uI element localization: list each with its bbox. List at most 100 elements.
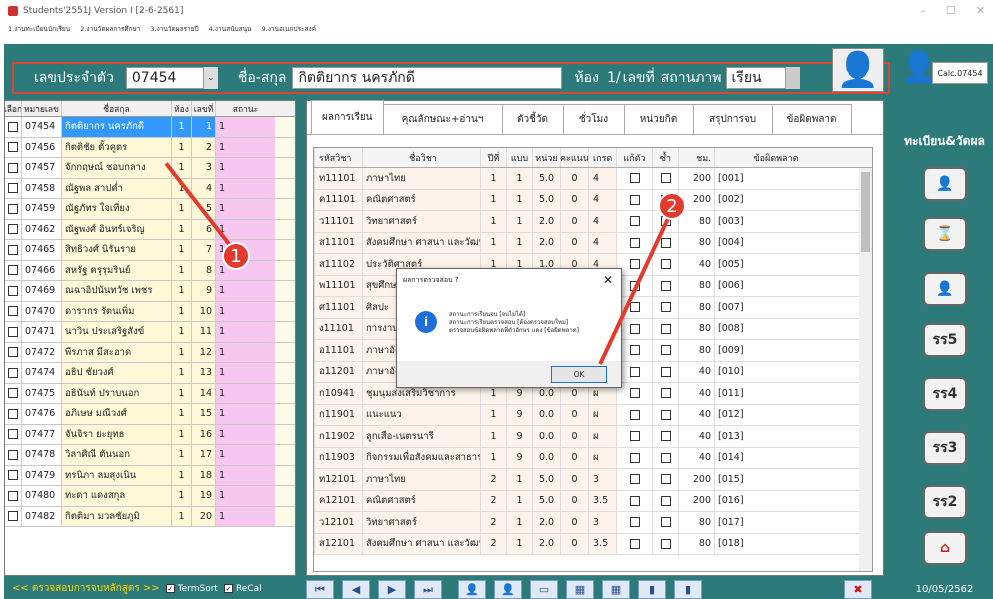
tab-attributes[interactable]: คุณลักษณะ+อ่านฯ [382, 104, 503, 134]
student-row[interactable]: 07477 จันจิรา ยะยุทธ 1 16 1 [5, 424, 295, 445]
col-id[interactable]: หมายเลข [21, 101, 61, 116]
termsort-checkbox[interactable]: ✓ TermSort [165, 584, 218, 594]
student-row[interactable]: 07476 อภิเษษ มณีวงศ์ 1 15 1 [5, 404, 295, 425]
student-row[interactable]: 07474 อธิป ชัยวงศ์ 1 13 1 [5, 363, 295, 384]
repeat-checkbox[interactable] [652, 469, 678, 490]
repeat-checkbox[interactable] [652, 447, 678, 468]
teacher-button[interactable]: 👤 [906, 164, 984, 204]
row-select-checkbox[interactable] [5, 137, 21, 157]
retry-checkbox[interactable] [616, 447, 652, 468]
student-row[interactable]: 07454 กิตติยากร นครภักดี 1 1 1 [5, 117, 295, 138]
id-input[interactable]: 07454 [125, 67, 204, 89]
retry-checkbox[interactable] [616, 490, 652, 511]
grade-row[interactable]: ก11902 ลูกเสือ-เนตรนารี 1 9 0.0 0 ผ 40 [… [314, 426, 872, 448]
row-select-checkbox[interactable] [5, 506, 21, 526]
grade-row[interactable]: ก11903 กิจกรรมเพื่อสังคมและสาธารณ 1 9 0.… [314, 447, 872, 469]
tab-indicators[interactable]: ตัวชี้วัด [501, 104, 564, 134]
grade-row[interactable]: ส12101 สังคมศึกษา ศาสนา และวัฒนธ 2 1 2.0… [314, 533, 872, 555]
report2-button[interactable]: รร2 [906, 482, 984, 522]
row-select-checkbox[interactable] [5, 178, 21, 198]
prev-record-icon[interactable]: ◀ [342, 580, 370, 599]
close-icon[interactable]: ✕ [976, 4, 985, 17]
col-status[interactable]: สถานะ [215, 101, 275, 116]
student-row[interactable]: 07479 ทรนิภา ลมสุงเนิน 1 18 1 [5, 465, 295, 486]
grade-row[interactable]: ท11101 ภาษาไทย 1 1 5.0 0 4 200 [001] [314, 168, 872, 190]
tab-errors[interactable]: ข้อผิดพลาด [771, 104, 852, 134]
retry-checkbox[interactable] [616, 232, 652, 253]
repeat-checkbox[interactable] [652, 533, 678, 554]
retry-checkbox[interactable] [616, 469, 652, 490]
row-select-checkbox[interactable] [5, 219, 21, 239]
grade-row[interactable]: ก11901 แนะแนว 1 9 0.0 0 ผ 40 [012] [314, 404, 872, 426]
row-select-checkbox[interactable] [5, 199, 21, 219]
retry-checkbox[interactable] [616, 189, 652, 210]
student-row[interactable]: 07478 วิลาศิณี ตันนอก 1 17 1 [5, 445, 295, 466]
col-name[interactable]: ชื่อสกุล [61, 101, 171, 116]
grade-row[interactable]: ว11101 วิทยาศาสตร์ 1 1 2.0 0 4 80 [003] [314, 211, 872, 233]
repeat-checkbox[interactable] [652, 340, 678, 361]
status-field[interactable]: เรียน [725, 67, 786, 89]
student-row[interactable]: 07465 สิทธิวงศ์ นิรันราย 1 7 1 [5, 240, 295, 261]
tab-hours[interactable]: ชั่วโมง [562, 104, 625, 134]
user-edit-icon[interactable]: 👤 [458, 580, 486, 599]
report3-button[interactable]: รร3 [906, 428, 984, 468]
grid-icon[interactable]: ▦ [566, 580, 594, 599]
row-select-checkbox[interactable] [5, 445, 21, 465]
row-select-checkbox[interactable] [5, 486, 21, 506]
ok-button[interactable]: OK [551, 366, 607, 383]
calc-button[interactable]: Calc.07454 [932, 62, 988, 84]
student-button[interactable]: 👤 [906, 269, 984, 309]
student-row[interactable]: 07466 สหรัฐ ครุรุมรินย์ 1 8 1 [5, 260, 295, 281]
repeat-checkbox[interactable] [652, 275, 678, 296]
row-select-checkbox[interactable] [5, 281, 21, 301]
tab-graduation[interactable]: สรุปการจบ [692, 104, 773, 134]
gcol-retry[interactable]: แก้ตัว [616, 148, 652, 167]
row-select-checkbox[interactable] [5, 240, 21, 260]
col-select[interactable]: เลือก [5, 101, 22, 116]
close-form-icon[interactable]: ✖ [844, 580, 872, 599]
retry-checkbox[interactable] [616, 168, 652, 189]
retry-checkbox[interactable] [616, 512, 652, 533]
row-select-checkbox[interactable] [5, 301, 21, 321]
repeat-checkbox[interactable] [652, 426, 678, 447]
row-select-checkbox[interactable] [5, 363, 21, 383]
tab-results[interactable]: ผลการเรียน [311, 100, 384, 134]
col-no[interactable]: เลขที่ [191, 101, 215, 116]
row-select-checkbox[interactable] [5, 424, 21, 444]
repeat-checkbox[interactable] [652, 168, 678, 189]
retry-checkbox[interactable] [616, 426, 652, 447]
repeat-checkbox[interactable] [652, 404, 678, 425]
student-row[interactable]: 07457 จักกฤษณ์ ชอบกลาง 1 3 1 [5, 158, 295, 179]
book-blue-icon[interactable]: ▮ [674, 580, 702, 599]
gcol-error[interactable]: ข้อผิดพลาด [714, 148, 834, 167]
repeat-checkbox[interactable] [652, 383, 678, 404]
grade-row[interactable]: ว12101 วิทยาศาสตร์ 2 1 2.0 0 3 80 [017] [314, 512, 872, 534]
menu-item-support[interactable]: 4.งานสนับสนุน [209, 24, 252, 34]
row-select-checkbox[interactable] [5, 465, 21, 485]
gcol-code[interactable]: รหัสวิชา [314, 148, 362, 167]
menu-item-evaluation[interactable]: 2.งานวัดผลการศึกษา [80, 24, 140, 34]
home-button[interactable]: ⌂ [906, 528, 984, 568]
student-row[interactable]: 07471 นาวิน ประเสริฐสังข์ 1 11 1 [5, 322, 295, 343]
scrollbar-thumb[interactable] [861, 172, 870, 252]
student-row[interactable]: 07475 อธินันท์ ปราบนอก 1 14 1 [5, 383, 295, 404]
menu-item-misc[interactable]: 9.งานอเนกประสงค์ [262, 24, 317, 34]
grade-row[interactable]: ส11101 สังคมศึกษา ศาสนา และวัฒนธ 1 1 2.0… [314, 232, 872, 254]
dialog-close-icon[interactable]: ✕ [603, 273, 613, 287]
menu-item-yearly[interactable]: 3.งานวัดผลรายปี [150, 24, 198, 34]
gcol-name[interactable]: ชื่อวิชา [362, 148, 480, 167]
row-select-checkbox[interactable] [5, 322, 21, 342]
status-dropdown-chevron-icon[interactable] [785, 67, 800, 89]
row-select-checkbox[interactable] [5, 342, 21, 362]
name-field[interactable]: กิตติยากร นครภักดี [292, 67, 563, 89]
student-row[interactable]: 07482 กิตติมา มวลชัยภูมิ 1 20 1 [5, 506, 295, 527]
row-select-checkbox[interactable] [5, 260, 21, 280]
grades-scrollbar[interactable] [859, 168, 872, 571]
col-room[interactable]: ห้อง [171, 101, 191, 116]
gcol-repeat[interactable]: ซ้ำ [652, 148, 678, 167]
retry-checkbox[interactable] [616, 404, 652, 425]
grade-row[interactable]: ค12101 คณิตศาสตร์ 2 1 5.0 0 3.5 200 [016… [314, 490, 872, 512]
gcol-unit[interactable]: หน่วย [532, 148, 560, 167]
gcol-hours[interactable]: ชม. [678, 148, 714, 167]
first-record-icon[interactable]: ⏮ [306, 580, 334, 599]
